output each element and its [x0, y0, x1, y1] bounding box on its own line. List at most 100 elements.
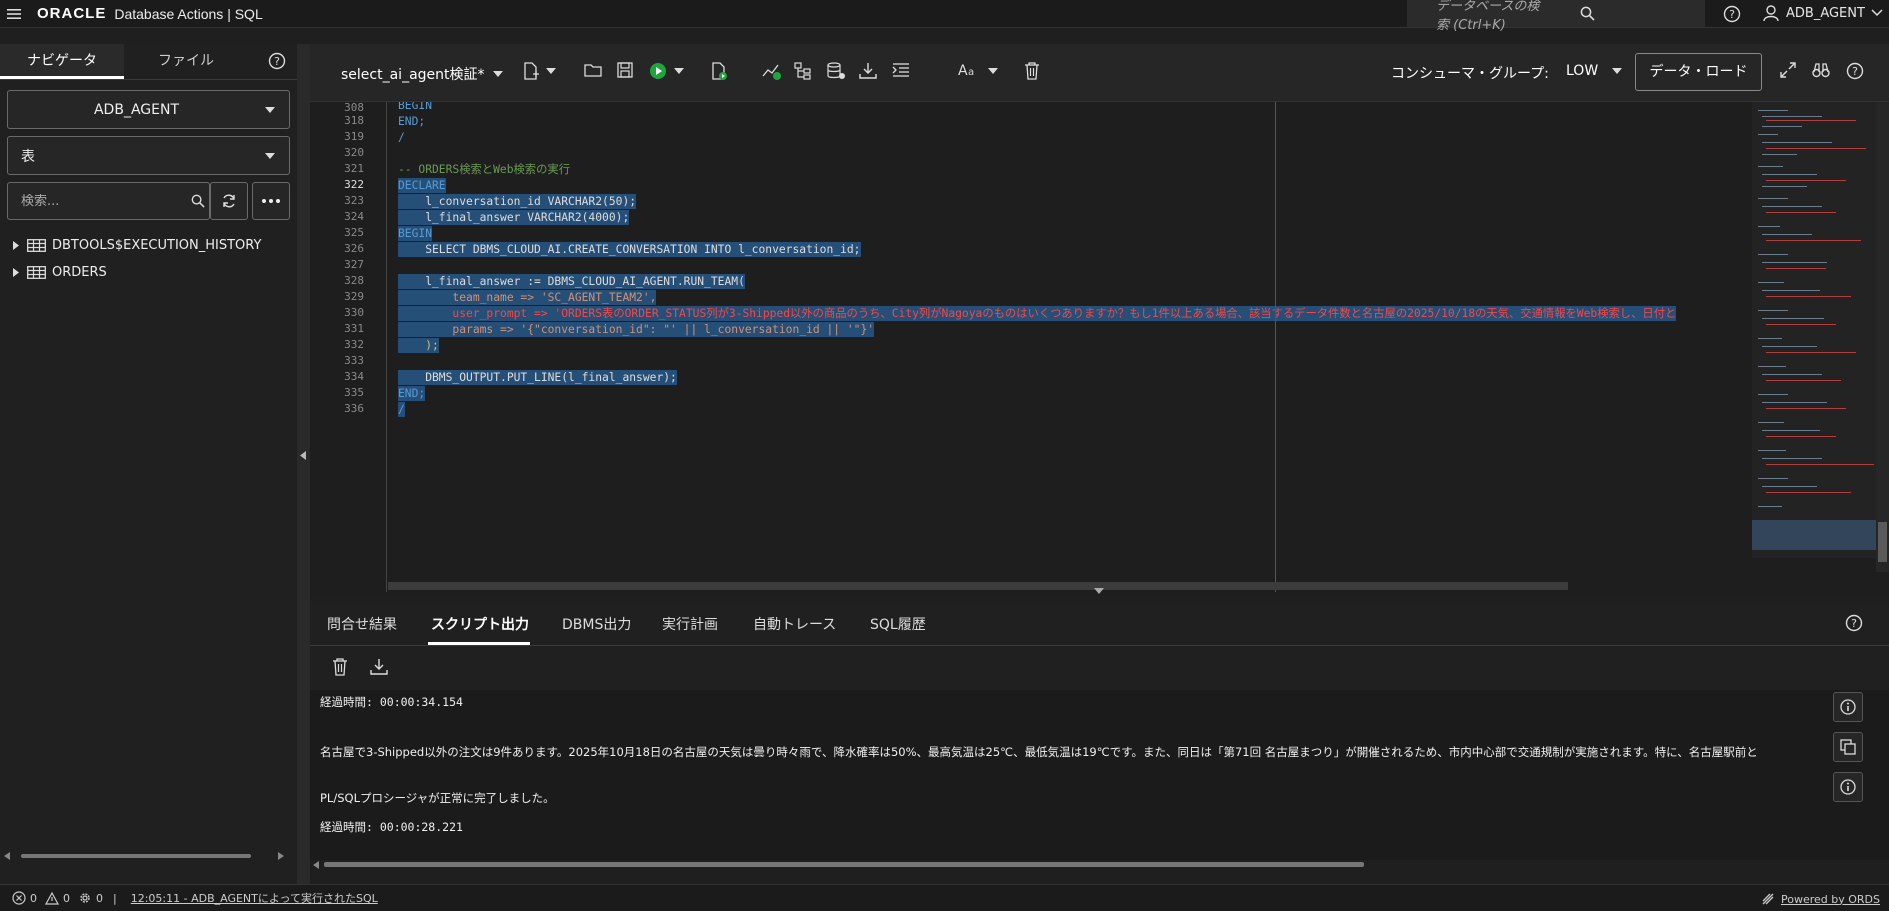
caret-down-icon: [265, 106, 275, 113]
line-number: 320: [344, 146, 364, 159]
info-icon: [1840, 779, 1856, 795]
tree-item[interactable]: DBTOOLS$EXECUTION_HISTORY: [0, 232, 297, 259]
error-count-value: 0: [30, 891, 37, 905]
help-icon[interactable]: ?: [1846, 62, 1864, 80]
help-icon[interactable]: ?: [268, 52, 286, 79]
app-title: Database Actions | SQL: [114, 5, 263, 22]
caret-down-icon[interactable]: [988, 68, 998, 74]
output-scrollbar[interactable]: [310, 858, 1889, 872]
navigator-scrollbar[interactable]: [0, 848, 297, 862]
explain-plan-icon[interactable]: [762, 62, 782, 80]
tab-dbms-output[interactable]: DBMS出力: [562, 614, 631, 634]
code-line: /: [398, 131, 405, 144]
schema-select[interactable]: ADB_AGENT: [7, 90, 290, 129]
code-line: -- ORDERS検索とWeb検索の実行: [398, 163, 570, 176]
scroll-left-icon[interactable]: [4, 852, 10, 860]
code-line: params => '{"conversation_id": "' || l_c…: [398, 322, 875, 337]
line-number: 334: [344, 370, 364, 383]
task-count[interactable]: 0: [78, 891, 103, 905]
collapse-arrow-icon[interactable]: [300, 451, 306, 460]
expand-icon[interactable]: [1780, 62, 1796, 78]
object-search-input[interactable]: [8, 193, 191, 209]
object-type-select[interactable]: 表: [7, 136, 290, 175]
tab-files[interactable]: ファイル: [124, 44, 248, 79]
expand-arrow-icon[interactable]: [13, 241, 19, 250]
refresh-button[interactable]: [210, 182, 248, 220]
code-line: user_prompt => 'ORDERS表のORDER_STATUS列が3-…: [398, 306, 1677, 321]
code-editor[interactable]: 308 318 319 320 321 322 323 324 325 326 …: [310, 102, 1889, 594]
new-file-icon[interactable]: [522, 62, 540, 80]
search-icon[interactable]: [1580, 6, 1695, 21]
code-minimap[interactable]: [1752, 102, 1880, 558]
object-tree: DBTOOLS$EXECUTION_HISTORY ORDERS: [0, 232, 297, 286]
consumer-group-select[interactable]: LOW: [1566, 63, 1623, 79]
copy-icon: [1840, 739, 1856, 755]
warning-count[interactable]: 0: [45, 891, 70, 905]
scroll-thumb[interactable]: [21, 854, 251, 858]
help-icon[interactable]: ?: [1723, 5, 1741, 23]
run-icon[interactable]: [649, 62, 667, 80]
user-menu[interactable]: ADB_AGENT: [1762, 4, 1883, 22]
tab-sql-history[interactable]: SQL履歴: [870, 614, 926, 634]
search-icon[interactable]: [191, 194, 205, 208]
tab-navigator[interactable]: ナビゲータ: [0, 44, 124, 79]
error-icon: [12, 891, 26, 905]
last-execution-link[interactable]: 12:05:11 - ADB_AGENTによって実行されたSQL: [131, 890, 378, 906]
line-number: 332: [344, 338, 364, 351]
tab-autotrace[interactable]: 自動トレース: [753, 614, 836, 634]
trash-icon[interactable]: [1024, 62, 1040, 80]
run-script-icon[interactable]: [710, 62, 728, 80]
code-area[interactable]: BEGIN END; / -- ORDERS検索とWeb検索の実行 DECLAR…: [388, 102, 1788, 592]
worksheet-name-menu[interactable]: select_ai_agent検証*: [341, 64, 503, 84]
tab-query-result[interactable]: 問合せ結果: [327, 614, 397, 634]
code-line: DBMS_OUTPUT.PUT_LINE(l_final_answer);: [398, 370, 677, 385]
line-number-gutter: 308 318 319 320 321 322 323 324 325 326 …: [310, 102, 387, 592]
scroll-left-icon[interactable]: [313, 861, 319, 869]
caret-down-icon[interactable]: [674, 68, 684, 74]
table-icon: [27, 239, 46, 252]
info-button[interactable]: [1833, 692, 1863, 722]
line-number: 323: [344, 194, 364, 207]
line-number-current: 322: [344, 178, 364, 191]
font-size-icon[interactable]: Aa: [958, 63, 978, 77]
tree-item[interactable]: ORDERS: [0, 259, 297, 286]
help-icon[interactable]: ?: [1845, 614, 1863, 632]
scroll-right-icon[interactable]: [278, 852, 284, 860]
binoculars-icon[interactable]: [1812, 62, 1830, 78]
save-icon[interactable]: [617, 62, 633, 78]
code-line: team_name => 'SC_AGENT_TEAM2',: [398, 290, 657, 305]
hamburger-menu-icon[interactable]: [7, 8, 21, 20]
expand-arrow-icon[interactable]: [13, 268, 19, 277]
error-count[interactable]: 0: [12, 891, 37, 905]
open-folder-icon[interactable]: [584, 62, 602, 78]
scroll-thumb[interactable]: [1878, 522, 1887, 562]
powered-by-ords[interactable]: Powered by ORDS: [1761, 892, 1880, 906]
editor-vertical-scrollbar[interactable]: [1876, 102, 1889, 572]
copy-button[interactable]: [1833, 732, 1863, 762]
download-icon[interactable]: [370, 658, 388, 676]
database-icon[interactable]: [826, 62, 846, 80]
minimap-viewport[interactable]: [1752, 520, 1880, 550]
scroll-thumb[interactable]: [324, 862, 1364, 867]
tab-script-output[interactable]: スクリプト出力: [431, 614, 529, 634]
code-line: END;: [398, 386, 426, 401]
chevron-down-icon: [1871, 9, 1883, 17]
editor-horizontal-scrollbar[interactable]: [388, 582, 1568, 590]
line-number: 333: [344, 354, 364, 367]
ellipsis-icon: [262, 199, 280, 203]
panel-splitter[interactable]: [297, 44, 310, 884]
download-icon[interactable]: [859, 62, 877, 80]
more-actions-button[interactable]: [252, 182, 290, 220]
info-button[interactable]: [1833, 772, 1863, 802]
tab-explain-plan[interactable]: 実行計画: [662, 614, 718, 634]
caret-down-icon[interactable]: [546, 68, 556, 74]
database-search[interactable]: データベースの検索 (Ctrl+K): [1407, 0, 1705, 33]
clear-output-icon[interactable]: [332, 658, 348, 676]
tree-item-label: ORDERS: [52, 265, 107, 280]
code-line: BEGIN: [398, 102, 433, 112]
autotrace-icon[interactable]: [794, 62, 812, 80]
line-number: 321: [344, 162, 364, 175]
resize-handle-icon[interactable]: [1094, 588, 1104, 594]
format-code-icon[interactable]: [892, 62, 910, 78]
data-load-button[interactable]: データ・ロード: [1635, 53, 1762, 91]
